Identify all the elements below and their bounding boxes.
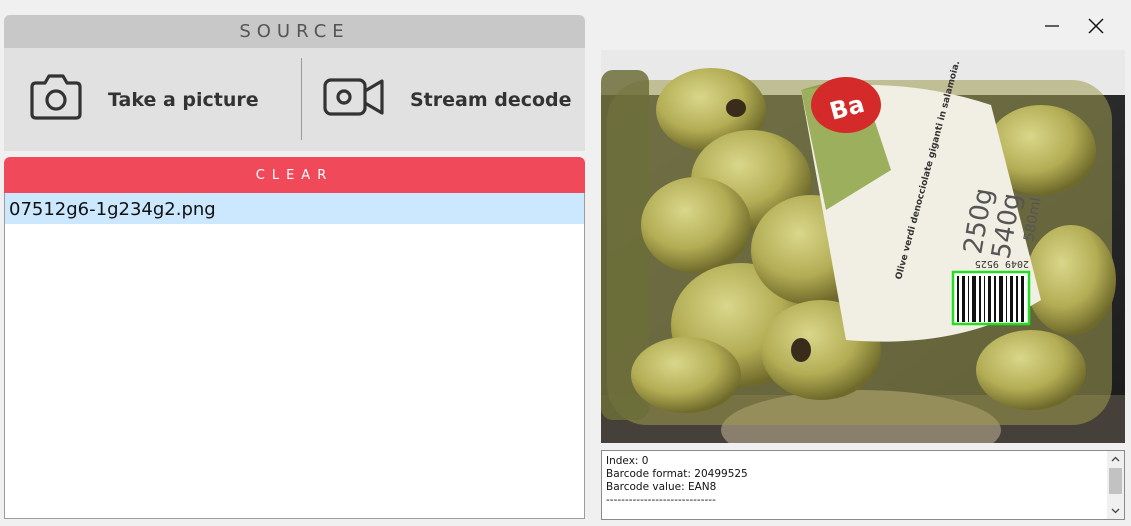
video-camera-icon xyxy=(322,73,386,126)
olive-jar-photo: Ba Olive verdi denocciolate giganti in s… xyxy=(601,50,1125,443)
stream-decode-label: Stream decode xyxy=(410,88,572,111)
result-text: Index: 0 Barcode format: 20499525 Barcod… xyxy=(606,455,748,507)
vertical-scrollbar[interactable] xyxy=(1107,451,1124,519)
take-picture-button[interactable]: Take a picture xyxy=(28,48,259,151)
result-textbox[interactable]: Index: 0 Barcode format: 20499525 Barcod… xyxy=(601,450,1125,520)
source-header: SOURCE xyxy=(4,15,585,48)
scroll-up-button[interactable] xyxy=(1107,451,1124,468)
file-list[interactable]: 07512g6-1g234g2.png xyxy=(4,193,585,519)
clear-button[interactable]: CLEAR xyxy=(4,157,585,193)
source-panel: SOURCE Take a picture Stream decode xyxy=(4,15,585,151)
result-line-index: Index: 0 xyxy=(606,455,649,467)
take-picture-label: Take a picture xyxy=(108,88,259,111)
list-item[interactable]: 07512g6-1g234g2.png xyxy=(5,193,584,224)
stream-decode-button[interactable]: Stream decode xyxy=(322,48,572,151)
barcode-digits-text: 2049 9525 xyxy=(975,258,1029,269)
close-icon xyxy=(1078,18,1114,48)
scroll-thumb[interactable] xyxy=(1109,468,1122,494)
image-preview: Ba Olive verdi denocciolate giganti in s… xyxy=(601,50,1125,443)
minimize-button[interactable] xyxy=(1034,8,1070,44)
minimize-icon xyxy=(1034,25,1070,48)
result-line-format: Barcode format: 20499525 xyxy=(606,468,748,480)
chevron-down-icon xyxy=(1107,504,1124,523)
scroll-down-button[interactable] xyxy=(1107,502,1124,519)
result-line-value: Barcode value: EAN8 xyxy=(606,481,717,493)
barcode-graphic xyxy=(953,272,1029,324)
divider xyxy=(301,58,302,140)
result-line-separator: ----------------------------- xyxy=(606,494,716,506)
source-buttons: Take a picture Stream decode xyxy=(4,48,585,151)
close-button[interactable] xyxy=(1078,8,1114,44)
camera-icon xyxy=(28,73,84,126)
